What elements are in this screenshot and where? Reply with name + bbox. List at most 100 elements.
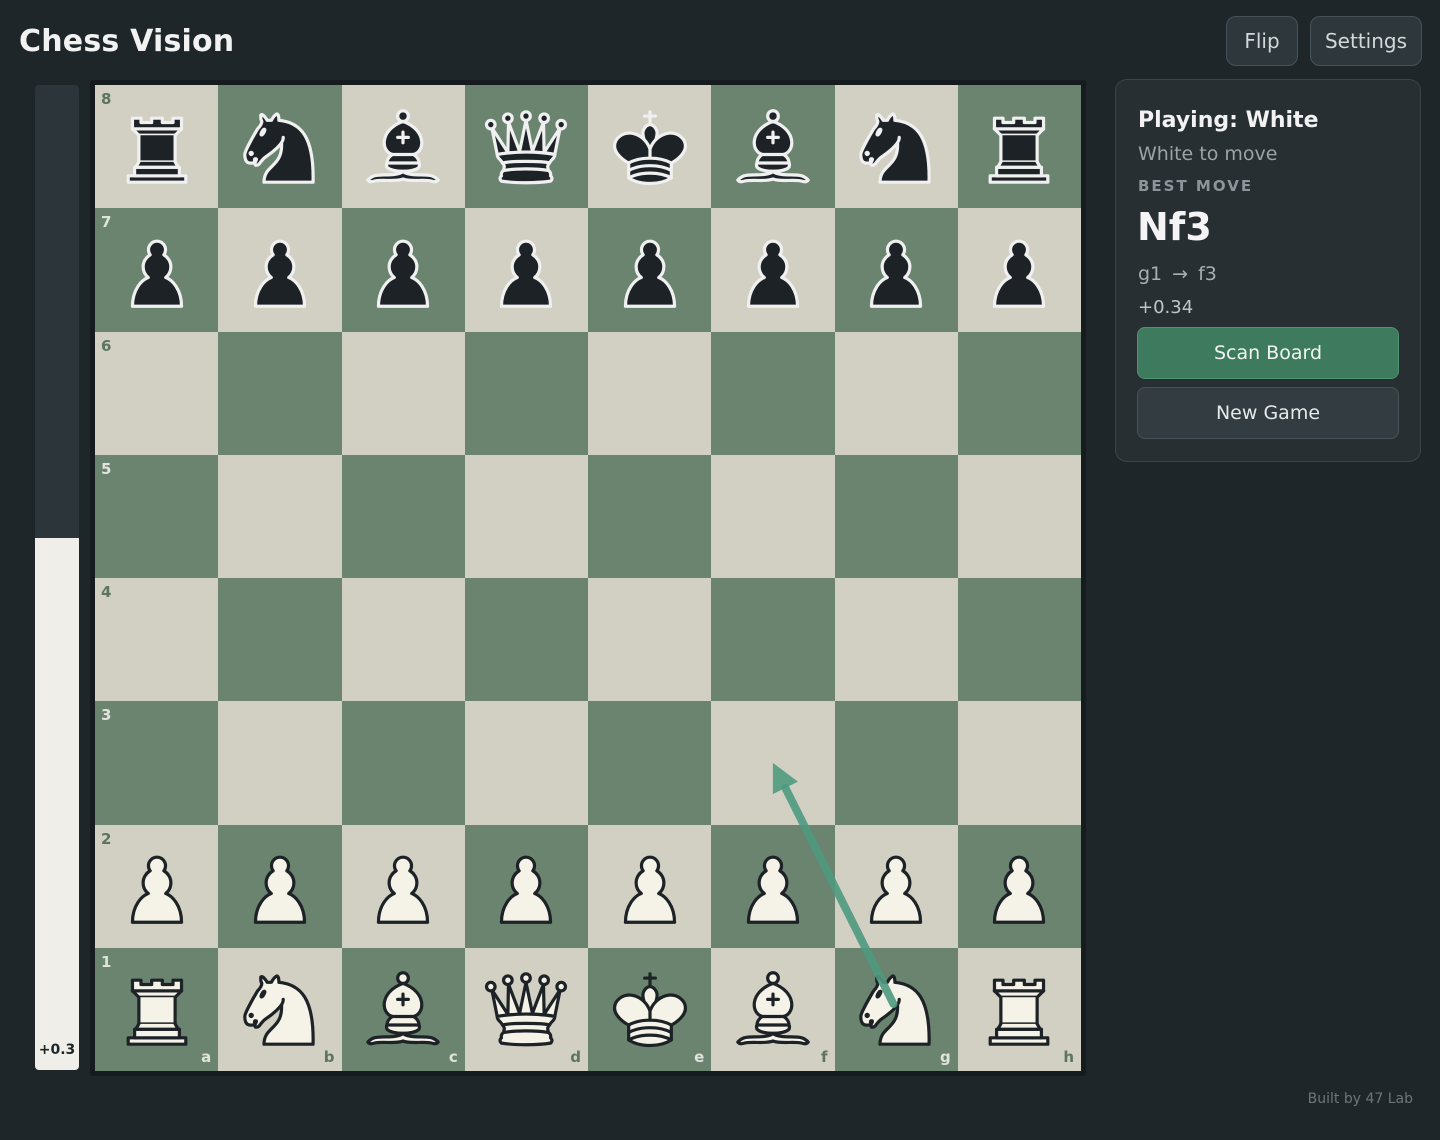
white-bishop-icon[interactable] <box>355 961 451 1057</box>
square-f3[interactable] <box>711 701 835 825</box>
square-d2[interactable] <box>464 824 588 948</box>
white-king-icon[interactable] <box>602 961 698 1057</box>
square-a7[interactable]: 7 <box>95 208 219 332</box>
white-knight-icon[interactable] <box>848 961 944 1057</box>
square-a6[interactable]: 6 <box>95 331 219 455</box>
square-c4[interactable] <box>341 578 465 702</box>
square-h5[interactable] <box>957 454 1081 578</box>
black-rook-icon[interactable] <box>971 99 1067 195</box>
square-f7[interactable] <box>711 208 835 332</box>
square-f1[interactable]: f <box>711 947 835 1071</box>
white-bishop-icon[interactable] <box>725 961 821 1057</box>
square-e2[interactable] <box>588 824 712 948</box>
settings-button[interactable]: Settings <box>1310 16 1422 66</box>
square-a4[interactable]: 4 <box>95 578 219 702</box>
square-g2[interactable] <box>834 824 958 948</box>
square-g8[interactable] <box>834 85 958 209</box>
black-bishop-icon[interactable] <box>355 99 451 195</box>
white-pawn-icon[interactable] <box>478 838 574 934</box>
square-h3[interactable] <box>957 701 1081 825</box>
white-pawn-icon[interactable] <box>848 838 944 934</box>
white-pawn-icon[interactable] <box>602 838 698 934</box>
white-pawn-icon[interactable] <box>232 838 328 934</box>
square-a2[interactable]: 2 <box>95 824 219 948</box>
square-b3[interactable] <box>218 701 342 825</box>
square-b2[interactable] <box>218 824 342 948</box>
square-b7[interactable] <box>218 208 342 332</box>
black-knight-icon[interactable] <box>232 99 328 195</box>
square-g4[interactable] <box>834 578 958 702</box>
white-queen-icon[interactable] <box>478 961 574 1057</box>
square-c7[interactable] <box>341 208 465 332</box>
black-pawn-icon[interactable] <box>971 222 1067 318</box>
square-e1[interactable]: e <box>588 947 712 1071</box>
square-h4[interactable] <box>957 578 1081 702</box>
square-c8[interactable] <box>341 85 465 209</box>
square-b5[interactable] <box>218 454 342 578</box>
black-king-icon[interactable] <box>602 99 698 195</box>
square-e8[interactable] <box>588 85 712 209</box>
black-knight-icon[interactable] <box>848 99 944 195</box>
square-c2[interactable] <box>341 824 465 948</box>
black-pawn-icon[interactable] <box>602 222 698 318</box>
square-h2[interactable] <box>957 824 1081 948</box>
square-a3[interactable]: 3 <box>95 701 219 825</box>
white-pawn-icon[interactable] <box>109 838 205 934</box>
square-c6[interactable] <box>341 331 465 455</box>
square-b8[interactable] <box>218 85 342 209</box>
square-h7[interactable] <box>957 208 1081 332</box>
black-pawn-icon[interactable] <box>109 222 205 318</box>
white-pawn-icon[interactable] <box>971 838 1067 934</box>
square-f4[interactable] <box>711 578 835 702</box>
black-pawn-icon[interactable] <box>355 222 451 318</box>
square-b4[interactable] <box>218 578 342 702</box>
square-d6[interactable] <box>464 331 588 455</box>
square-c5[interactable] <box>341 454 465 578</box>
black-pawn-icon[interactable] <box>232 222 328 318</box>
square-d7[interactable] <box>464 208 588 332</box>
square-d1[interactable]: d <box>464 947 588 1071</box>
square-a1[interactable]: 1a <box>95 947 219 1071</box>
white-knight-icon[interactable] <box>232 961 328 1057</box>
square-e6[interactable] <box>588 331 712 455</box>
square-e5[interactable] <box>588 454 712 578</box>
square-g1[interactable]: g <box>834 947 958 1071</box>
square-d3[interactable] <box>464 701 588 825</box>
square-g7[interactable] <box>834 208 958 332</box>
black-pawn-icon[interactable] <box>848 222 944 318</box>
square-e4[interactable] <box>588 578 712 702</box>
black-bishop-icon[interactable] <box>725 99 821 195</box>
square-g5[interactable] <box>834 454 958 578</box>
square-a8[interactable]: 8 <box>95 85 219 209</box>
scan-board-button[interactable]: Scan Board <box>1137 327 1399 379</box>
square-f5[interactable] <box>711 454 835 578</box>
square-b6[interactable] <box>218 331 342 455</box>
square-b1[interactable]: b <box>218 947 342 1071</box>
black-queen-icon[interactable] <box>478 99 574 195</box>
new-game-button[interactable]: New Game <box>1137 387 1399 439</box>
square-h8[interactable] <box>957 85 1081 209</box>
white-rook-icon[interactable] <box>109 961 205 1057</box>
white-rook-icon[interactable] <box>971 961 1067 1057</box>
black-rook-icon[interactable] <box>109 99 205 195</box>
square-d4[interactable] <box>464 578 588 702</box>
square-h6[interactable] <box>957 331 1081 455</box>
square-f2[interactable] <box>711 824 835 948</box>
square-e3[interactable] <box>588 701 712 825</box>
square-h1[interactable]: h <box>957 947 1081 1071</box>
flip-button[interactable]: Flip <box>1226 16 1298 66</box>
square-c1[interactable]: c <box>341 947 465 1071</box>
square-d5[interactable] <box>464 454 588 578</box>
square-f6[interactable] <box>711 331 835 455</box>
black-pawn-icon[interactable] <box>478 222 574 318</box>
white-pawn-icon[interactable] <box>725 838 821 934</box>
square-d8[interactable] <box>464 85 588 209</box>
square-g6[interactable] <box>834 331 958 455</box>
black-pawn-icon[interactable] <box>725 222 821 318</box>
square-f8[interactable] <box>711 85 835 209</box>
square-c3[interactable] <box>341 701 465 825</box>
chess-board[interactable]: 8 7 6 5 4 3 2 1 a b c d e f g h <box>95 85 1081 1071</box>
square-e7[interactable] <box>588 208 712 332</box>
square-a5[interactable]: 5 <box>95 454 219 578</box>
square-g3[interactable] <box>834 701 958 825</box>
